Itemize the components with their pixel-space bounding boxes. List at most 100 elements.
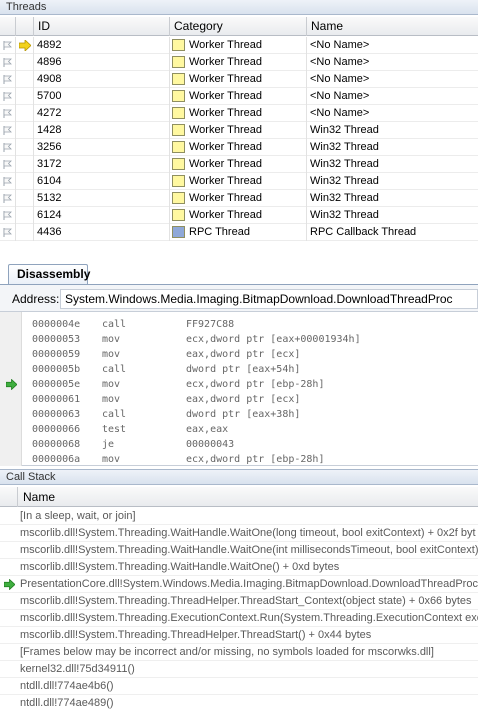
current-thread-cell [16,139,34,156]
address-input[interactable]: System.Windows.Media.Imaging.BitmapDownl… [60,289,478,309]
thread-row[interactable]: 3256 Worker Thread Win32 Thread [0,139,478,156]
thread-id: 1428 [34,122,170,139]
callstack-frame[interactable]: mscorlib.dll!System.Threading.WaitHandle… [0,542,478,559]
flag-icon[interactable] [3,143,12,152]
flag-cell[interactable] [0,224,16,241]
instruction-opcode: mov [102,454,121,465]
thread-row[interactable]: 6104 Worker Thread Win32 Thread [0,173,478,190]
disassembly-line[interactable]: 00000061 mov eax,dword ptr [ecx] [0,392,478,407]
thread-id: 4892 [34,37,170,54]
thread-row[interactable]: 4436 RPC Thread RPC Callback Thread [0,224,478,241]
flag-cell[interactable] [0,207,16,224]
flag-icon[interactable] [3,41,12,50]
callstack-frame[interactable]: kernel32.dll!75d34911() [0,661,478,678]
instruction-opcode: call [102,319,127,330]
thread-row[interactable]: 1428 Worker Thread Win32 Thread [0,122,478,139]
flag-cell[interactable] [0,122,16,139]
thread-row[interactable]: 5132 Worker Thread Win32 Thread [0,190,478,207]
thread-row[interactable]: 4892 Worker Thread <No Name> [0,37,478,54]
frame-name: mscorlib.dll!System.Threading.WaitHandle… [20,561,340,573]
thread-id: 4896 [34,54,170,71]
thread-row[interactable]: 4908 Worker Thread <No Name> [0,71,478,88]
disassembly-line[interactable]: 00000059 mov eax,dword ptr [ecx] [0,347,478,362]
thread-row[interactable]: 4272 Worker Thread <No Name> [0,105,478,122]
thread-row[interactable]: 6124 Worker Thread Win32 Thread [0,207,478,224]
flag-icon[interactable] [3,92,12,101]
thread-name: Win32 Thread [310,158,379,170]
current-thread-cell [16,71,34,88]
flag-icon[interactable] [3,126,12,135]
thread-category: Worker Thread [170,71,307,88]
callstack-title: Call Stack [0,469,478,485]
flag-cell[interactable] [0,105,16,122]
flag-icon[interactable] [3,194,12,203]
disassembly-line[interactable]: 00000053 mov ecx,dword ptr [eax+00001934h] [0,332,478,347]
frame-gutter [0,576,17,593]
disassembly-line[interactable]: 00000066 test eax,eax [0,422,478,437]
frame-name: mscorlib.dll!System.Threading.ExecutionC… [20,612,478,624]
flag-icon[interactable] [3,109,12,118]
category-color-swatch [172,124,185,136]
frame-gutter [0,559,17,576]
flag-cell[interactable] [0,37,16,54]
current-thread-cell [16,156,34,173]
disassembly-line[interactable]: 0000005e mov ecx,dword ptr [ebp-28h] [0,377,478,392]
flag-cell[interactable] [0,88,16,105]
disassembly-view[interactable]: 0000004e call FF927C88 00000053 mov ecx,dword… [0,312,478,466]
flag-icon[interactable] [3,160,12,169]
flag-cell[interactable] [0,190,16,207]
frame-gutter [0,695,17,709]
disassembly-line[interactable]: 00000063 call dword ptr [eax+38h] [0,407,478,422]
callstack-frame[interactable]: mscorlib.dll!System.Threading.ThreadHelp… [0,593,478,610]
disassembly-line[interactable]: 0000006a mov ecx,dword ptr [ebp-28h] [0,452,478,467]
instruction-address: 00000068 [32,439,81,450]
flag-icon[interactable] [3,228,12,237]
thread-category: Worker Thread [170,54,307,71]
flag-cell[interactable] [0,156,16,173]
callstack-name-column-header[interactable]: Name [17,487,478,507]
current-column-header[interactable] [16,17,34,36]
name-column-header[interactable]: Name [307,17,478,36]
flag-cell[interactable] [0,71,16,88]
callstack-frame[interactable]: ntdll.dll!774ae4b6() [0,678,478,695]
callstack-frame[interactable]: PresentationCore.dll!System.Windows.Medi… [0,576,478,593]
callstack-frame[interactable]: mscorlib.dll!System.Threading.ThreadHelp… [0,627,478,644]
flag-icon[interactable] [3,211,12,220]
callstack-frame[interactable]: [In a sleep, wait, or join] [0,508,478,525]
tab-disassembly[interactable]: Disassembly [8,264,90,284]
instruction-operands: ecx,dword ptr [ebp-28h] [186,454,325,465]
thread-id: 5700 [34,88,170,105]
flag-cell[interactable] [0,54,16,71]
flag-column-header[interactable] [0,17,16,36]
callstack-frame[interactable]: mscorlib.dll!System.Threading.WaitHandle… [0,559,478,576]
frame-name: PresentationCore.dll!System.Windows.Medi… [20,578,478,590]
flag-cell[interactable] [0,173,16,190]
disassembly-line[interactable]: 00000068 je 00000043 [0,437,478,452]
flag-cell[interactable] [0,139,16,156]
disassembly-line[interactable]: 0000004e call FF927C88 [0,317,478,332]
thread-row[interactable]: 4896 Worker Thread <No Name> [0,54,478,71]
instruction-operands: ecx,dword ptr [ebp-28h] [186,379,325,390]
flag-icon[interactable] [3,75,12,84]
thread-name: Win32 Thread [310,124,379,136]
callstack-frame[interactable]: mscorlib.dll!System.Threading.ExecutionC… [0,610,478,627]
instruction-operands: FF927C88 [186,319,235,330]
category-color-swatch [172,141,185,153]
thread-row[interactable]: 5700 Worker Thread <No Name> [0,88,478,105]
frame-name: ntdll.dll!774ae4b6() [20,680,114,692]
id-column-header[interactable]: ID [34,17,170,36]
flag-icon[interactable] [3,177,12,186]
frame-gutter [0,644,17,661]
callstack-frame[interactable]: ntdll.dll!774ae489() [0,695,478,709]
frame-name: mscorlib.dll!System.Threading.ThreadHelp… [20,595,472,607]
category-column-header[interactable]: Category [170,17,307,36]
flag-icon[interactable] [3,58,12,67]
callstack-frame[interactable]: mscorlib.dll!System.Threading.WaitHandle… [0,525,478,542]
frame-gutter [0,627,17,644]
disassembly-line[interactable]: 0000005b call dword ptr [eax+54h] [0,362,478,377]
instruction-address: 0000005e [32,379,81,390]
instruction-address: 00000059 [32,349,81,360]
thread-row[interactable]: 3172 Worker Thread Win32 Thread [0,156,478,173]
callstack-frame[interactable]: [Frames below may be incorrect and/or mi… [0,644,478,661]
category-color-swatch [172,107,185,119]
